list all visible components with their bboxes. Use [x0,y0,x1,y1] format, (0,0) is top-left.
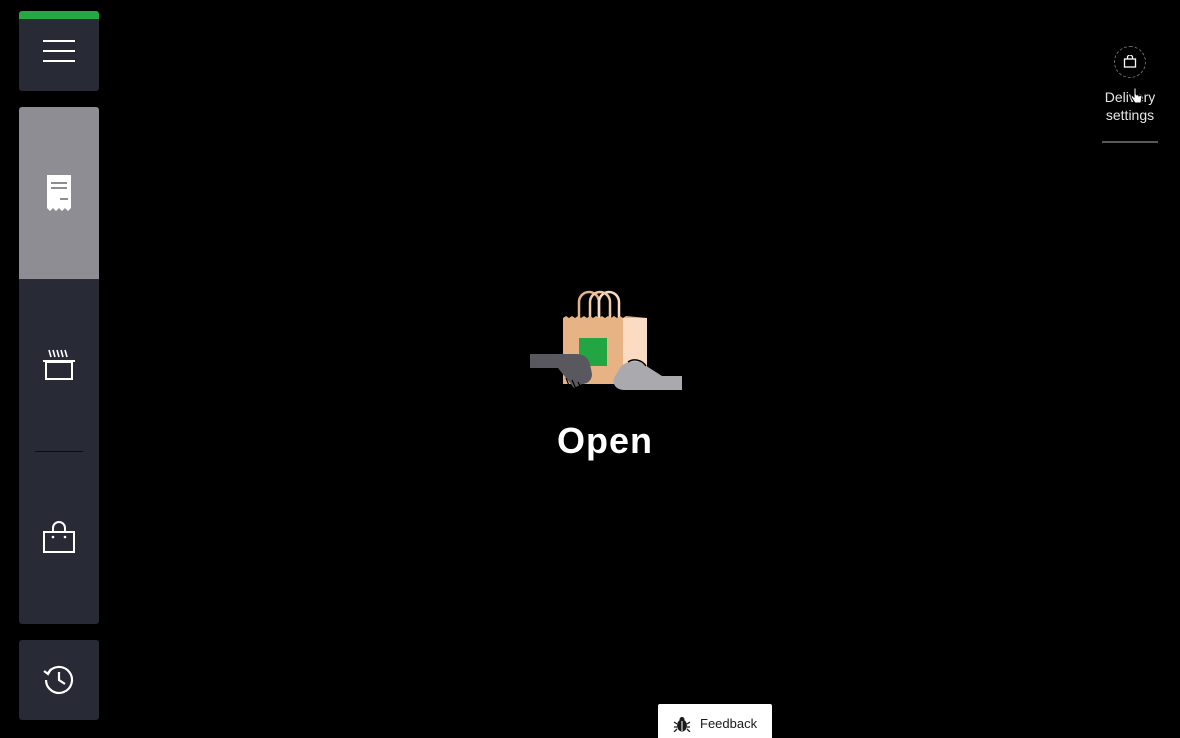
history-clock-icon [43,665,74,695]
bag-icon [1123,55,1137,68]
sidebar-item-cooking[interactable] [19,279,99,451]
bug-icon [673,717,691,732]
feedback-label: Feedback [700,716,758,731]
sidebar-nav [19,107,99,624]
hands-with-bag-illustration [530,290,682,391]
receipt-icon [47,175,71,211]
cooking-pot-icon [43,349,75,380]
app-screen: Delivery settings Open Feedback [0,0,1180,738]
hamburger-menu-icon [43,40,75,62]
delivery-settings-underline [1102,141,1158,143]
history-button[interactable] [19,640,99,720]
store-status-title: Open [556,420,653,461]
open-status-strip [19,11,99,19]
shopping-bag-icon [43,521,75,553]
mouse-pointer-icon [1130,87,1143,104]
menu-button[interactable] [19,11,99,91]
delivery-icon-circle [1114,46,1146,78]
sidebar-item-bag[interactable] [19,452,99,624]
sidebar-item-orders[interactable] [19,107,99,279]
feedback-button[interactable]: Feedback [658,704,772,738]
